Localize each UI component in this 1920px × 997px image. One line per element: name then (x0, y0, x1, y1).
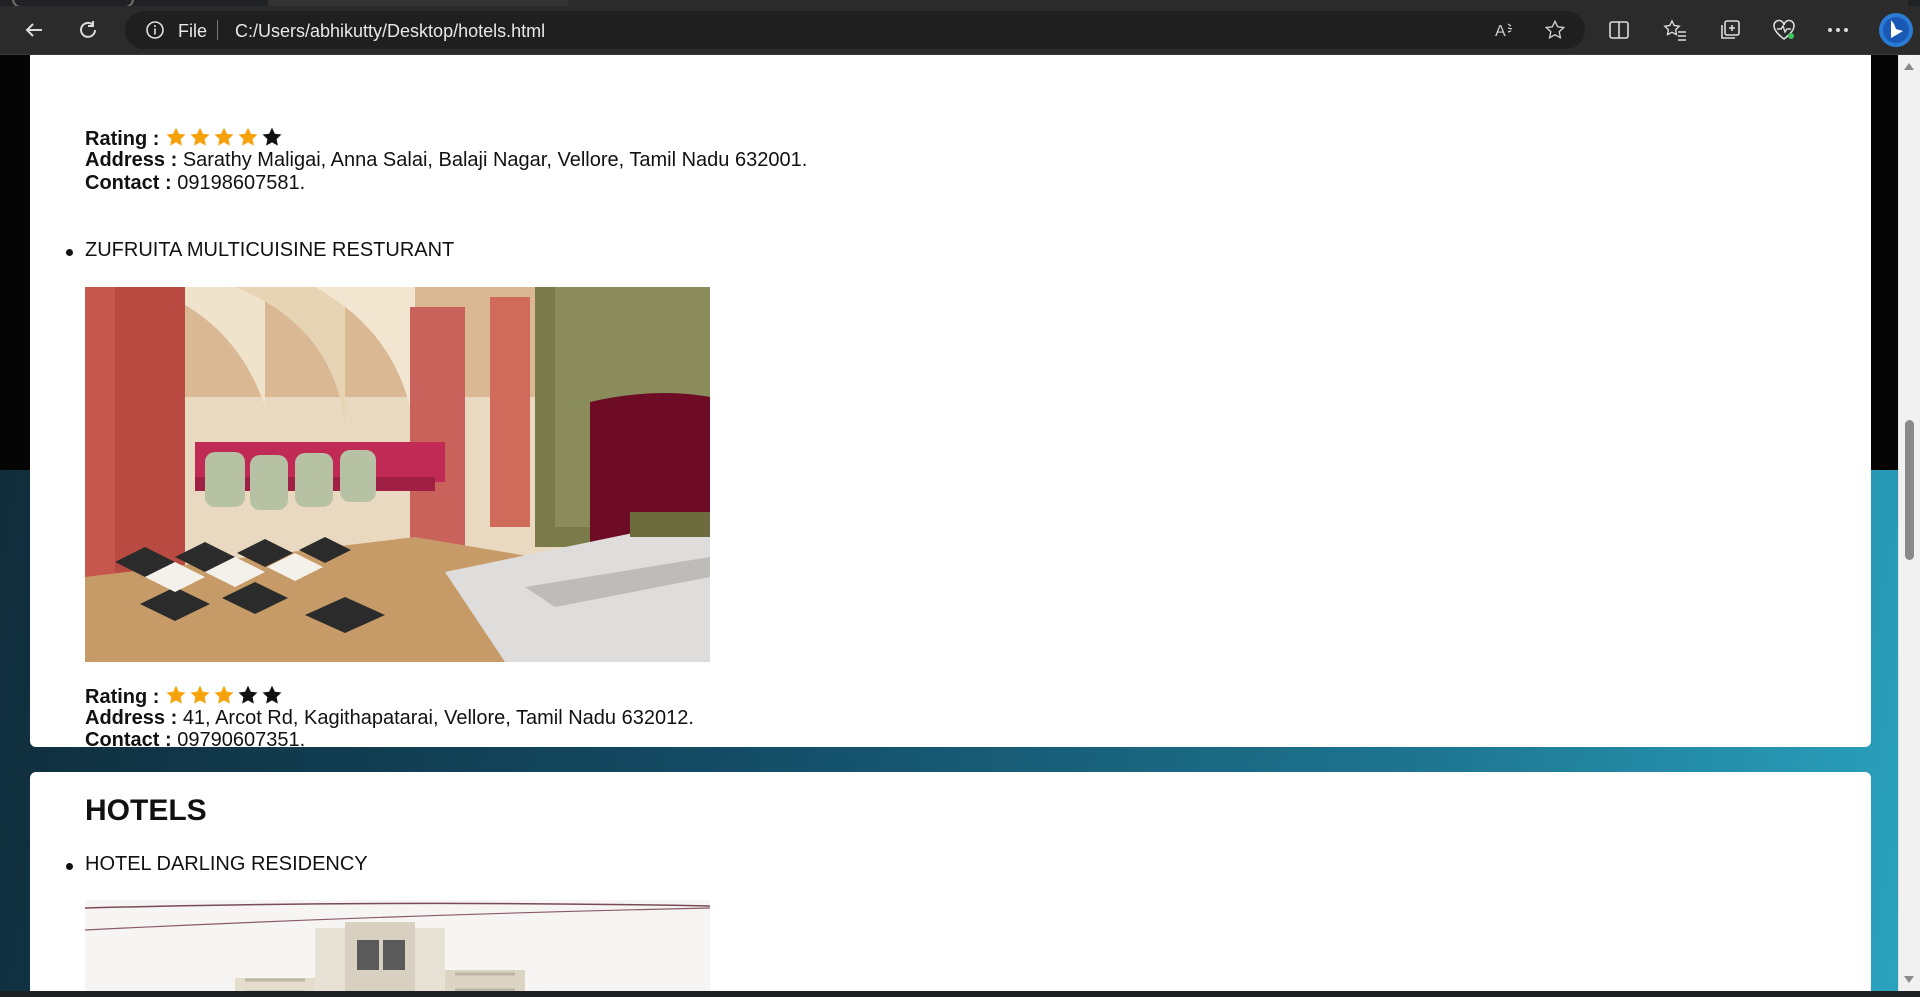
split-screen-button[interactable] (1601, 12, 1637, 48)
address-bar[interactable]: File C:/Users/abhikutty/Desktop/hotels.h… (125, 11, 1585, 49)
hotels-section-card: HOTELS HOTEL DARLING RESIDENCY (30, 772, 1871, 991)
address-row: Address : 41, Arcot Rd, Kagithapatarai, … (85, 707, 694, 730)
address-separator (217, 20, 218, 40)
favorite-star-icon[interactable] (1541, 16, 1569, 44)
address-value: 41, Arcot Rd, Kagithapatarai, Vellore, T… (182, 707, 694, 729)
collections-icon (1721, 20, 1740, 39)
address-label: Address : (85, 707, 178, 729)
refresh-button[interactable] (70, 12, 106, 48)
refresh-icon (80, 21, 96, 38)
star-filled-icon (190, 685, 210, 704)
star-filled-icon (214, 127, 234, 146)
restaurant-name: ZUFRUITA MULTICUISINE RESTURANT (85, 239, 455, 261)
rating-row: Rating : (85, 684, 285, 709)
contact-value: 09790607351. (177, 729, 306, 751)
favorites-icon (1663, 19, 1686, 41)
back-button[interactable] (16, 12, 52, 48)
rating-stars (165, 685, 285, 708)
svg-text:A: A (1495, 23, 1506, 40)
address-label: Address : (85, 149, 178, 171)
collections-button[interactable] (1712, 12, 1748, 48)
address-value: Sarathy Maligai, Anna Salai, Balaji Naga… (182, 149, 808, 171)
page-viewport: Rating : Address : Sarathy Maligai, Anna… (0, 55, 1899, 991)
scroll-down-arrow[interactable] (1904, 976, 1914, 983)
restaurants-section-card: Rating : Address : Sarathy Maligai, Anna… (30, 55, 1871, 751)
hotel-photo (85, 900, 710, 991)
contact-value: 09198607581. (177, 172, 306, 194)
contact-label: Contact : (85, 729, 172, 751)
contact-label: Contact : (85, 172, 172, 194)
browser-toolbar: File C:/Users/abhikutty/Desktop/hotels.h… (0, 6, 1920, 55)
star-filled-icon (214, 685, 234, 704)
restaurant-photo (85, 287, 710, 662)
rating-row: Rating : (85, 126, 285, 151)
address-row: Address : Sarathy Maligai, Anna Salai, B… (85, 149, 807, 172)
contact-row: Contact : 09790607351. (85, 729, 305, 752)
star-filled-icon (190, 127, 210, 146)
rating-label: Rating : (85, 686, 160, 708)
scrollbar-thumb[interactable] (1905, 420, 1914, 560)
star-filled-icon (166, 685, 186, 704)
browser-essentials-button[interactable] (1766, 12, 1802, 48)
rating-label: Rating : (85, 128, 160, 150)
star-filled-icon (238, 127, 258, 146)
split-screen-icon (1609, 21, 1629, 39)
hotels-heading: HOTELS (85, 794, 207, 827)
url-text[interactable]: C:/Users/abhikutty/Desktop/hotels.html (235, 21, 545, 42)
star-empty-icon (262, 685, 282, 704)
star-empty-icon (262, 127, 282, 146)
window-bottom-edge (0, 991, 1920, 997)
more-icon (1828, 28, 1848, 32)
contact-row: Contact : 09198607581. (85, 172, 305, 195)
bing-copilot-icon (1879, 13, 1913, 47)
star-filled-icon (166, 127, 186, 146)
info-icon[interactable] (145, 20, 165, 40)
scheme-label: File (178, 21, 208, 41)
bing-copilot-button[interactable] (1876, 10, 1916, 50)
hotel-name: HOTEL DARLING RESIDENCY (85, 853, 368, 875)
favorites-button[interactable] (1657, 12, 1693, 48)
back-icon (25, 23, 42, 37)
scroll-up-arrow[interactable] (1904, 63, 1914, 70)
list-bullet (66, 249, 73, 256)
read-aloud-icon[interactable]: A (1491, 16, 1519, 44)
more-button[interactable] (1820, 12, 1856, 48)
browser-essentials-icon (1773, 19, 1795, 40)
vertical-scrollbar[interactable] (1898, 55, 1920, 991)
list-bullet (66, 863, 73, 870)
star-empty-icon (238, 685, 258, 704)
rating-stars (165, 127, 285, 150)
